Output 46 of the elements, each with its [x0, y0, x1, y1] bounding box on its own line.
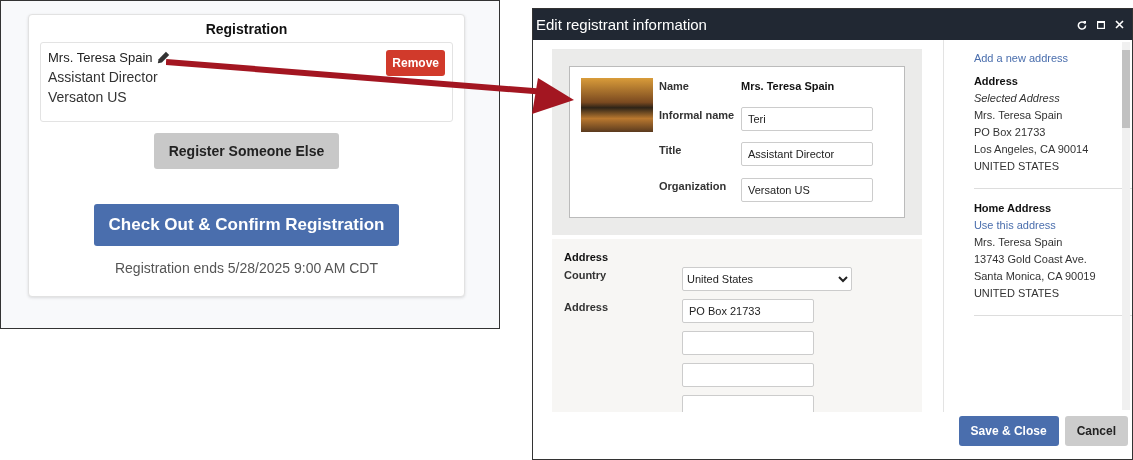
photo-placeholder — [581, 78, 653, 132]
add-address-link[interactable]: Add a new address — [973, 50, 1132, 67]
save-close-button[interactable]: Save & Close — [958, 416, 1059, 446]
input-field[interactable] — [682, 363, 814, 387]
scrollbar[interactable] — [1122, 42, 1130, 410]
field-label: Country — [564, 268, 608, 283]
address-line: UNITED STATES — [973, 286, 1061, 301]
address-line: Los Angeles, CA 90014 — [973, 142, 1090, 157]
input-field[interactable]: Assistant Director — [741, 142, 873, 166]
address-line: Mrs. Teresa Spain — [973, 108, 1064, 123]
maximize-icon[interactable] — [1097, 20, 1105, 29]
registrant-title: Assistant Director — [48, 69, 159, 85]
field-label: Name — [659, 79, 689, 94]
address-line: 13743 Gold Coast Ave. — [973, 252, 1088, 267]
address-line: UNITED STATES — [973, 159, 1061, 174]
checkout-button[interactable]: Check Out & Confirm Registration — [93, 204, 400, 246]
address-line: Mrs. Teresa Spain — [973, 235, 1064, 250]
dialog-title: Edit registrant information — [536, 16, 707, 33]
close-icon[interactable] — [1115, 20, 1124, 29]
registration-deadline: Registration ends 5/28/2025 9:00 AM CDT — [114, 260, 378, 276]
field-label: Title — [659, 143, 682, 158]
name-value: Mrs. Teresa Spain — [741, 79, 835, 94]
address-line: Santa Monica, CA 90019 — [973, 269, 1097, 284]
input-field[interactable]: Teri — [741, 106, 873, 131]
input-field[interactable]: Versaton US — [741, 177, 873, 202]
input-field[interactable] — [682, 395, 814, 412]
address-heading: Address — [564, 251, 610, 263]
address-line: PO Box 21733 — [973, 125, 1047, 140]
country-select[interactable]: United States — [682, 267, 852, 291]
input-field[interactable] — [682, 331, 814, 355]
cancel-button[interactable]: Cancel — [1064, 416, 1128, 446]
remove-button[interactable]: Remove — [386, 50, 445, 76]
field-label: Address — [564, 300, 610, 315]
address-title: Address — [973, 74, 1019, 89]
registration-title: Registration — [205, 21, 288, 37]
input-field[interactable]: PO Box 21733 — [682, 299, 814, 323]
use-address-link[interactable]: Use this address — [973, 217, 1132, 234]
refresh-icon[interactable] — [1077, 19, 1087, 30]
field-label: Informal name — [659, 107, 735, 123]
selected-note: Selected Address — [973, 91, 1061, 106]
register-someone-else-button[interactable]: Register Someone Else — [153, 133, 340, 169]
registrant-organization: Versaton US — [48, 89, 128, 105]
address-title: Home Address — [973, 201, 1053, 216]
registrant-name: Mrs. Teresa Spain — [48, 50, 153, 65]
field-label: Organization — [659, 178, 727, 194]
pencil-icon[interactable] — [156, 51, 170, 64]
